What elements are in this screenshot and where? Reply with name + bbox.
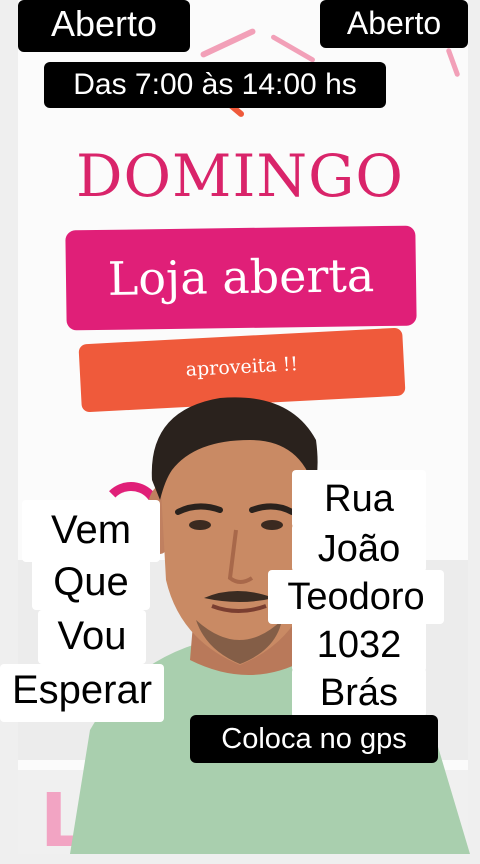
caption-word: Vem [50,508,132,552]
gps-caption-tag: Coloca no gps [190,715,438,763]
address-line: Rua [324,478,394,520]
address-line: 1032 [316,624,402,666]
address-line: Teodoro [287,576,425,618]
caption-word: Esperar [11,668,153,712]
address-line: João [317,528,401,570]
left-eye [189,520,211,530]
caption-word: Que [53,560,129,604]
open-tag-right: Aberto [320,0,468,48]
opening-hours-tag: Das 7:00 às 14:00 hs [44,62,386,108]
right-eye [261,520,283,530]
caption-word: Vou [57,614,127,658]
open-tag-left: Aberto [18,0,190,52]
address-line: Brás [319,672,399,714]
